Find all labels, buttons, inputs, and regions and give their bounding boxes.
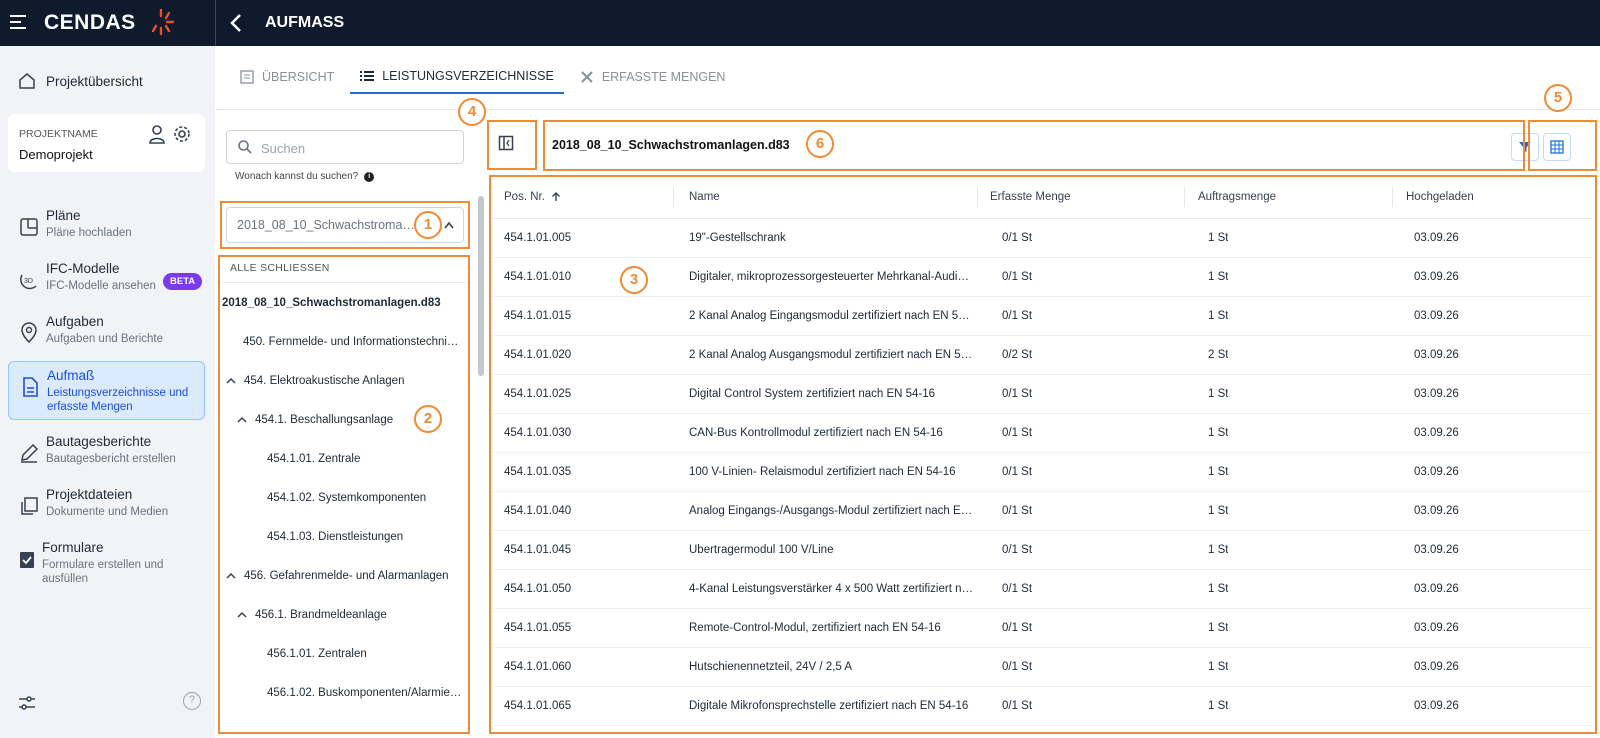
- tab-service-specifications[interactable]: LEISTUNGSVERZEICHNISSE: [350, 60, 564, 94]
- project-name: Demoprojekt: [19, 147, 93, 162]
- user-icon[interactable]: [148, 124, 166, 144]
- sidebar-item-subtitle: Dokumente und Medien: [46, 506, 169, 518]
- annotation-marker: 3: [620, 266, 648, 294]
- project-label: PROJEKTNAME: [19, 128, 98, 140]
- sidebar-item-plans[interactable]: Pläne Pläne hochladen: [8, 202, 205, 256]
- tab-label: ERFASSTE MENGEN: [601, 70, 726, 84]
- sidebar-item-daily-reports[interactable]: Bautagesberichte Bautagesbericht erstell…: [8, 428, 205, 482]
- svg-text:3D: 3D: [24, 278, 33, 285]
- annotation-marker: 4: [458, 98, 486, 126]
- annotation-marker: 2: [414, 405, 442, 433]
- plans-icon: [20, 218, 38, 236]
- tab-label: LEISTUNGSVERZEICHNISSE: [382, 69, 554, 83]
- search-input[interactable]: [261, 137, 451, 159]
- tab-bar: ÜBERSICHT LEISTUNGSVERZEICHNISSE ERFASST…: [230, 60, 735, 94]
- sidebar-item-subtitle: Bautagesbericht erstellen: [46, 453, 176, 465]
- search-hint: Wonach kannst du suchen? i: [235, 171, 375, 182]
- sidebar-item-title: Formulare: [42, 540, 104, 555]
- annotation-marker: 6: [806, 130, 834, 158]
- sidebar-item-forms[interactable]: Formulare Formulare erstellen und ausfül…: [8, 534, 205, 594]
- tab-overview[interactable]: ÜBERSICHT: [230, 60, 344, 94]
- list-box-icon: [240, 70, 254, 84]
- sidebar-item-title: Bautagesberichte: [46, 434, 152, 449]
- sidebar-item-title: Aufgaben: [46, 314, 104, 329]
- annotation-box: [489, 175, 1597, 734]
- home-icon: [19, 73, 35, 89]
- brand-logo: CENDAS: [44, 11, 136, 34]
- sidebar-item-title: IFC-Modelle: [46, 261, 120, 276]
- clipboard-check-icon: [20, 552, 34, 568]
- sidebar-item-project-files[interactable]: Projektdateien Dokumente und Medien: [8, 481, 205, 535]
- annotation-box: [218, 255, 470, 734]
- annotation-marker: 5: [1544, 84, 1572, 112]
- gear-icon[interactable]: [172, 124, 192, 144]
- files-icon: [21, 497, 38, 515]
- sidebar-item-ifc-models[interactable]: 3D IFC-Modelle IFC-Modelle ansehen BETA: [8, 255, 205, 309]
- menu-icon[interactable]: [10, 13, 28, 31]
- logo-swirl-icon: [151, 8, 175, 36]
- sidebar-item-subtitle: Formulare erstellen und ausfüllen: [42, 559, 164, 585]
- topbar-divider: [215, 0, 216, 46]
- sidebar-item-subtitle: Aufgaben und Berichte: [46, 333, 164, 345]
- annotation-box: [487, 120, 537, 170]
- page-title: AUFMASS: [265, 14, 345, 31]
- 3d-icon: 3D: [20, 274, 37, 290]
- tab-label: ÜBERSICHT: [262, 70, 335, 84]
- sidebar-item-title: Pläne: [46, 208, 81, 223]
- sidebar: Projektübersicht PROJEKTNAME Demoprojekt…: [0, 46, 215, 738]
- settings-sliders-icon[interactable]: [18, 694, 36, 712]
- sidebar-item-title: Projektdateien: [46, 487, 133, 502]
- annotation-box: [1528, 120, 1597, 171]
- back-arrow-icon[interactable]: [226, 11, 248, 35]
- document-icon: [23, 377, 38, 397]
- sidebar-item-title: Aufmaß: [47, 368, 95, 383]
- tab-recorded-quantities[interactable]: ERFASSTE MENGEN: [570, 60, 736, 94]
- list-icon: [360, 71, 375, 81]
- sidebar-item-subtitle: Pläne hochladen: [46, 227, 132, 239]
- search-hint-text: Wonach kannst du suchen?: [235, 171, 359, 182]
- tree-scrollbar[interactable]: [478, 196, 484, 376]
- search-box: [226, 130, 464, 164]
- search-icon: [238, 140, 252, 154]
- location-pin-icon: [21, 322, 37, 344]
- sidebar-item-subtitle: Leistungsverzeichnisse und erfasste Meng…: [47, 387, 189, 413]
- sidebar-item-tasks[interactable]: Aufgaben Aufgaben und Berichte: [8, 308, 205, 362]
- annotation-box: [543, 120, 1525, 171]
- sidebar-item-label: Projektübersicht: [46, 73, 143, 89]
- sidebar-item-measurement[interactable]: Aufmaß Leistungsverzeichnisse und erfass…: [8, 361, 205, 420]
- top-bar: CENDAS AUFMASS: [0, 0, 1600, 46]
- project-card: PROJEKTNAME Demoprojekt: [8, 114, 205, 172]
- sidebar-item-overview[interactable]: Projektübersicht: [18, 72, 143, 90]
- annotation-marker: 1: [414, 211, 442, 239]
- beta-badge: BETA: [163, 273, 203, 290]
- tab-divider: [215, 109, 1600, 110]
- pencil-icon: [21, 443, 39, 463]
- help-icon[interactable]: ?: [183, 692, 201, 710]
- info-icon[interactable]: i: [364, 171, 375, 182]
- tools-icon: [581, 71, 593, 83]
